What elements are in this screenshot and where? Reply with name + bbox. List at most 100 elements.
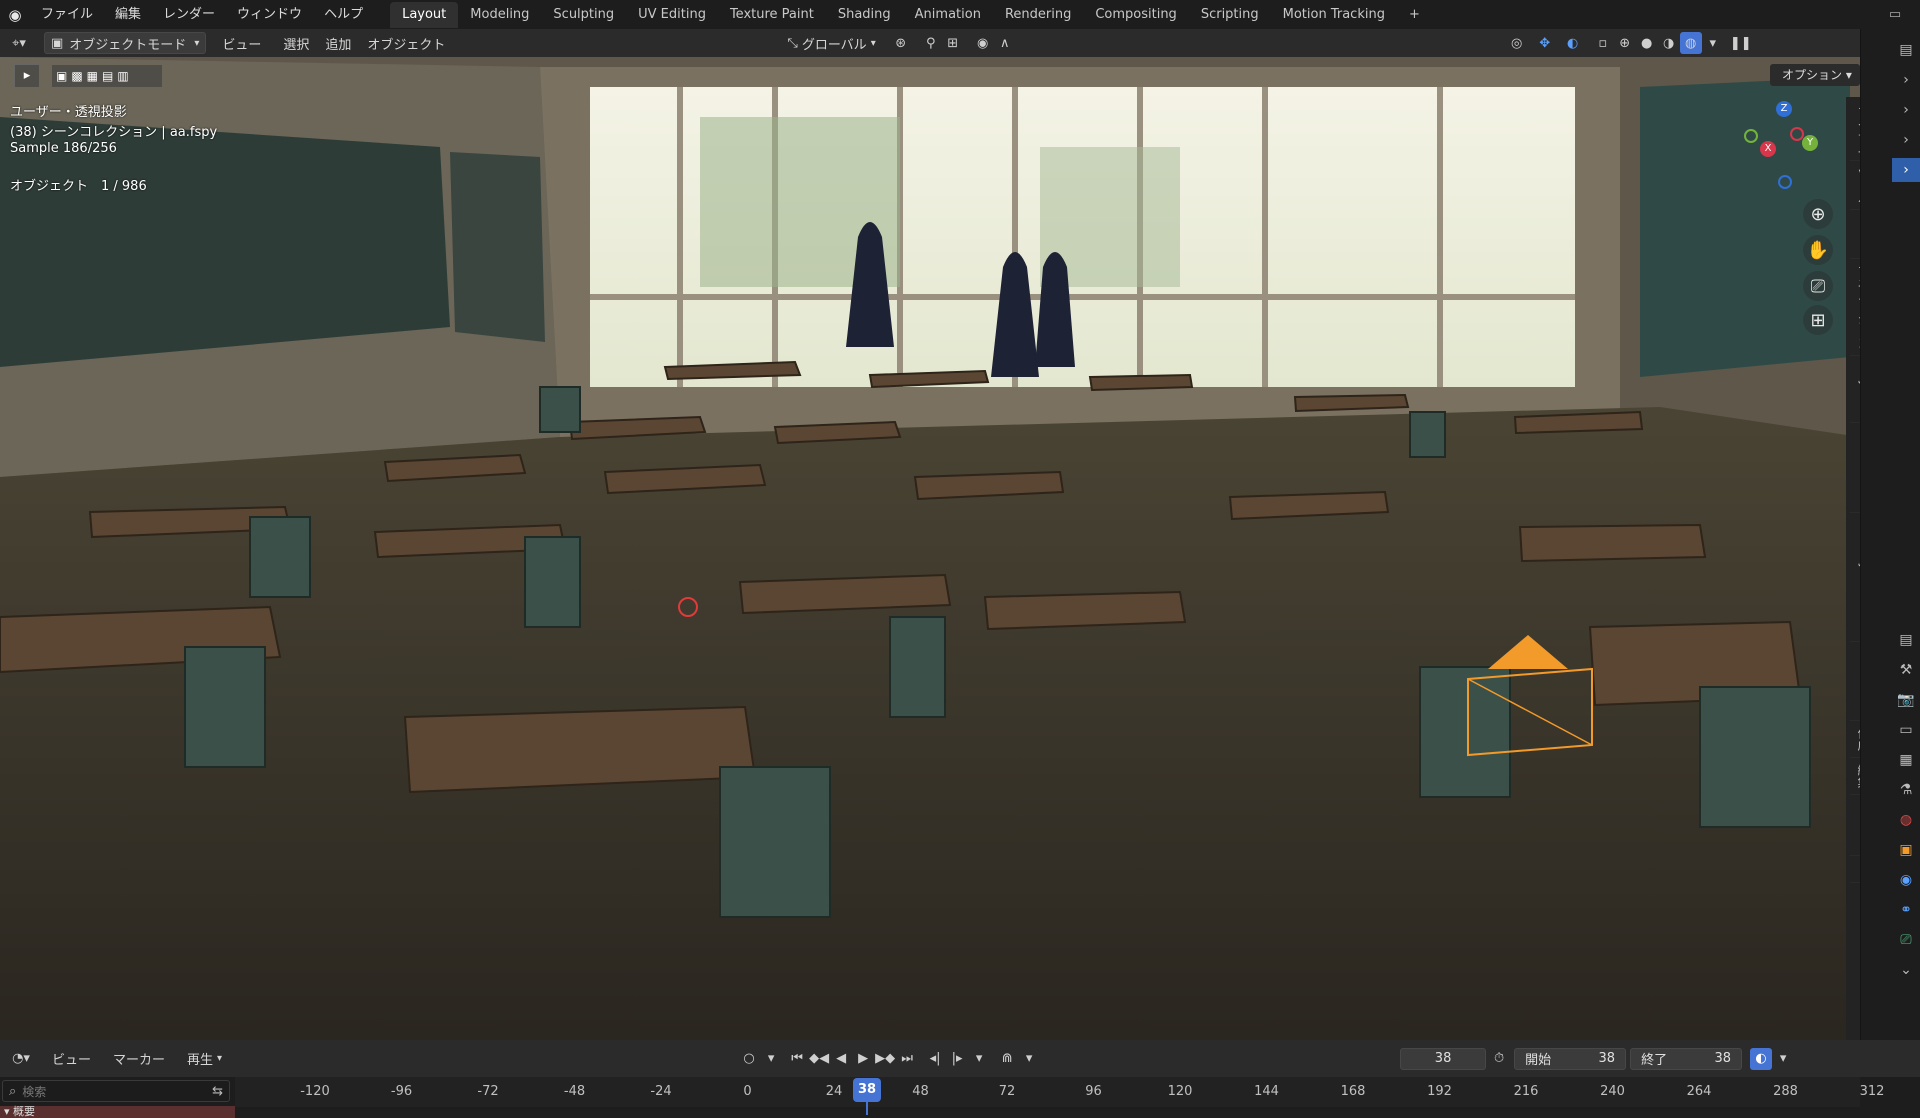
frame-ruler[interactable]: -120 -96 -72 -48 -24 0 24 48 72 96 120 144 168 192 216… [235,1077,1884,1107]
next-frame-icon[interactable]: |▸ [946,1048,968,1070]
3d-viewport[interactable]: ▸ ▣▩▦▤▥ ユーザー・透視投影 (38) シーンコレクション | aa.fs… [0,57,1860,1040]
ortho-grid-icon[interactable]: ⊞ [1803,305,1833,335]
end-frame-field[interactable]: 終了 38 [1630,1047,1743,1070]
blender-logo-icon[interactable]: ◉ [0,0,30,29]
pan-hand-icon[interactable]: ✋ [1803,235,1833,265]
snap-timeline-icon[interactable]: ⋒ [996,1048,1018,1070]
prev-keyframe-icon[interactable]: ◆◀ [808,1048,830,1070]
shading-wireframe-icon[interactable]: ⊕ [1614,32,1636,54]
summary-channel[interactable]: ▾ 概要 [0,1106,235,1118]
object-properties-icon[interactable]: ▣ [1892,838,1920,862]
sync-dropdown-icon[interactable]: ▾ [968,1048,990,1070]
tab-texture-paint[interactable]: Texture Paint [718,2,826,28]
prev-frame-icon[interactable]: ◂| [924,1048,946,1070]
object-data-icon[interactable]: ⎚ [1892,928,1920,952]
camera-view-icon[interactable]: ⎚ [1803,271,1833,301]
gizmo-neg-z[interactable] [1778,175,1792,189]
current-frame-field[interactable]: 38 [1400,1047,1487,1070]
transform-orientation-dropdown[interactable]: ⤡ グローバル ▾ [781,32,881,54]
scene-selector-icon[interactable]: ▭ [1870,0,1920,29]
collapse-arrow-icon[interactable]: › [1892,98,1920,122]
tool-toggle[interactable]: ▸ [14,64,40,88]
overlay-toggle-icon[interactable]: ◐ [1562,32,1584,54]
menu-object[interactable]: オブジェクト [361,32,451,54]
snap-dropdown-icon[interactable]: ▾ [1018,1048,1040,1070]
next-keyframe-icon[interactable]: ▶◆ [874,1048,896,1070]
falloff-icon[interactable]: ∧ [994,32,1016,54]
more-icon[interactable]: ⌄ [1892,958,1920,982]
physics-properties-icon[interactable]: ◉ [1892,868,1920,892]
sync-toggle-icon[interactable]: ◐ [1750,1047,1773,1070]
navigation-gizmo[interactable]: Z X Y [1738,101,1828,191]
editor-type-icon[interactable]: ◔▾ [10,1048,32,1070]
tab-shading[interactable]: Shading [826,2,903,28]
menu-file[interactable]: ファイル [30,0,104,29]
gizmo-x[interactable]: X [1760,141,1776,157]
tab-compositing[interactable]: Compositing [1083,2,1189,28]
menu-render[interactable]: レンダー [152,0,226,29]
gizmo-neg-x[interactable] [1790,127,1804,141]
output-properties-icon[interactable]: ▭ [1892,718,1920,742]
swap-icon[interactable]: ⇆ [212,1084,223,1099]
tab-animation[interactable]: Animation [903,2,993,28]
gizmo-neg-y[interactable] [1744,129,1758,143]
xray-icon[interactable]: ▫ [1592,32,1614,54]
shading-options-icon[interactable]: ▾ [1702,32,1724,54]
constraints-icon[interactable]: ⚭ [1892,898,1920,922]
menu-view[interactable]: ビュー [216,32,267,54]
menu-help[interactable]: ヘルプ [313,0,374,29]
mode-dropdown[interactable]: ▣ オブジェクトモード ▾ [44,32,207,54]
pivot-icon[interactable]: ⊛ [890,32,912,54]
outliner-toggle-icon[interactable]: ▤ [1892,38,1920,62]
scene-properties-icon[interactable]: ⚗ [1892,778,1920,802]
select-mode-buttons[interactable]: ▣▩▦▤▥ [52,65,162,87]
start-frame-field[interactable]: 開始 38 [1514,1047,1627,1070]
snap-icon[interactable]: ⚲ [920,32,942,54]
menu-select[interactable]: 選択 [277,32,315,54]
playback-dropdown[interactable]: 再生 ▾ [181,1048,228,1070]
jump-end-icon[interactable]: ⏭ [896,1048,918,1070]
properties-editor-icon[interactable]: ▤ [1892,628,1920,652]
sync-options-icon[interactable]: ▾ [1772,1048,1794,1070]
render-properties-icon[interactable]: 📷 [1892,688,1920,712]
shading-material-icon[interactable]: ◑ [1658,32,1680,54]
menu-window[interactable]: ウィンドウ [226,0,313,29]
view-layer-icon[interactable]: ▦ [1892,748,1920,772]
tool-properties-icon[interactable]: ⚒ [1892,658,1920,682]
options-dropdown[interactable]: オプション ▾ [1770,64,1860,86]
menu-add[interactable]: 追加 [319,32,357,54]
auto-key-icon[interactable]: ○ [738,1048,760,1070]
tab-sculpting[interactable]: Sculpting [541,2,626,28]
active-strip-icon[interactable]: › [1892,158,1920,182]
zoom-icon[interactable]: ⊕ [1803,199,1833,229]
gizmo-z[interactable]: Z [1776,101,1792,117]
pause-render-icon[interactable]: ❚❚ [1730,32,1752,54]
menu-edit[interactable]: 編集 [104,0,152,29]
snap-target-icon[interactable]: ⊞ [942,32,964,54]
shading-rendered-icon[interactable]: ◍ [1679,32,1702,54]
editor-type-icon[interactable]: ⌖▾ [8,32,30,54]
timeline-menu-view[interactable]: ビュー [46,1048,97,1070]
gizmo-toggle-icon[interactable]: ✥ [1534,32,1556,54]
tab-modeling[interactable]: Modeling [458,2,541,28]
stopwatch-icon[interactable]: ⏱ [1488,1048,1510,1070]
timeline-menu-marker[interactable]: マーカー [107,1048,171,1070]
playhead[interactable]: 38 [853,1078,881,1102]
gizmo-y[interactable]: Y [1802,135,1818,151]
add-workspace-button[interactable]: + [1397,2,1432,28]
shading-solid-icon[interactable]: ● [1636,32,1658,54]
tab-layout[interactable]: Layout [390,1,459,28]
tab-rendering[interactable]: Rendering [993,2,1083,28]
tab-motion-tracking[interactable]: Motion Tracking [1271,2,1397,28]
keying-dropdown-icon[interactable]: ▾ [760,1048,782,1070]
world-properties-icon[interactable]: ◍ [1892,808,1920,832]
visibility-icon[interactable]: ◎ [1506,32,1528,54]
collapse-arrow-icon[interactable]: › [1892,68,1920,92]
timeline-search-input[interactable]: ⌕ 検索 ⇆ [2,1080,230,1102]
collapse-arrow-icon[interactable]: › [1892,128,1920,152]
tab-uv-editing[interactable]: UV Editing [626,2,718,28]
proportional-edit-icon[interactable]: ◉ [972,32,994,54]
jump-start-icon[interactable]: ⏮ [786,1048,808,1070]
tab-scripting[interactable]: Scripting [1189,2,1271,28]
play-reverse-icon[interactable]: ◀ [830,1048,852,1070]
